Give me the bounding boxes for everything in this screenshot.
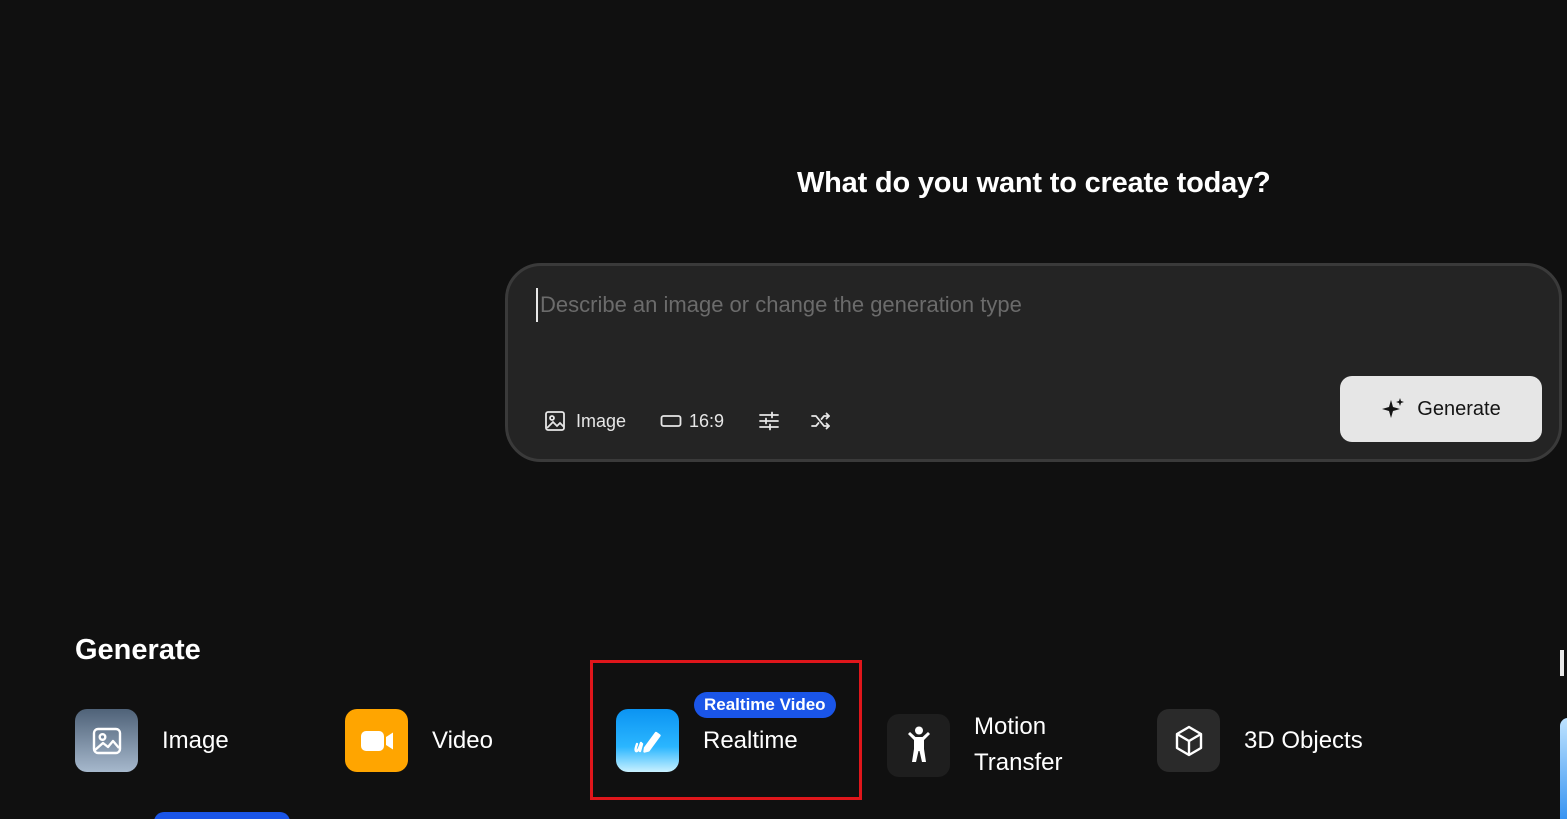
tile-realtime[interactable]: Realtime bbox=[616, 709, 798, 772]
page-title: What do you want to create today? bbox=[797, 167, 1271, 199]
tile-label: 3D Objects bbox=[1244, 726, 1363, 754]
generate-button[interactable]: Generate bbox=[1340, 376, 1542, 442]
realtime-video-badge: Realtime Video bbox=[694, 692, 836, 718]
tile-3d-objects[interactable]: 3D Objects bbox=[1157, 709, 1363, 772]
page: What do you want to create today? Image … bbox=[0, 0, 1567, 819]
sparkle-icon bbox=[1382, 398, 1405, 418]
realtime-tile-icon-box bbox=[616, 709, 679, 772]
clipped-section-heading bbox=[1560, 650, 1564, 676]
prompt-box: Image 16:9 bbox=[505, 263, 1562, 462]
tile-label: Realtime bbox=[703, 726, 798, 754]
generation-type-label: Image bbox=[576, 410, 627, 431]
settings-button[interactable] bbox=[758, 410, 780, 432]
aspect-ratio-button[interactable]: 16:9 bbox=[660, 411, 724, 432]
tile-image[interactable]: Image bbox=[75, 709, 229, 772]
generate-section-title: Generate bbox=[75, 634, 201, 666]
person-icon bbox=[907, 726, 930, 762]
cube-icon bbox=[1175, 725, 1202, 756]
generation-type-button[interactable]: Image bbox=[544, 410, 626, 432]
sliders-icon bbox=[759, 411, 779, 431]
aspect-ratio-label: 16:9 bbox=[689, 410, 725, 431]
motion-tile-icon-box bbox=[887, 713, 950, 777]
aspect-ratio-icon bbox=[660, 415, 682, 427]
image-icon bbox=[92, 727, 121, 754]
tile-label: Image bbox=[162, 726, 229, 754]
tile-label: Video bbox=[432, 726, 493, 754]
shuffle-button[interactable] bbox=[810, 410, 832, 432]
tile-label: Motion Transfer bbox=[974, 713, 1063, 776]
tile-video[interactable]: Video bbox=[345, 709, 493, 772]
video-tile-icon-box bbox=[345, 709, 408, 772]
clipped-badge bbox=[154, 812, 290, 819]
image-icon bbox=[545, 411, 565, 431]
3d-tile-icon-box bbox=[1157, 709, 1220, 772]
video-camera-icon bbox=[360, 730, 393, 751]
prompt-input[interactable] bbox=[536, 288, 1436, 322]
image-tile-icon-box bbox=[75, 709, 138, 772]
generate-button-label: Generate bbox=[1417, 397, 1501, 420]
pen-icon bbox=[633, 731, 661, 753]
tile-motion-transfer[interactable]: Motion Transfer bbox=[887, 709, 1094, 781]
prompt-toolbar: Image 16:9 bbox=[544, 406, 832, 436]
shuffle-icon bbox=[811, 412, 830, 430]
clipped-card[interactable] bbox=[1560, 718, 1567, 819]
